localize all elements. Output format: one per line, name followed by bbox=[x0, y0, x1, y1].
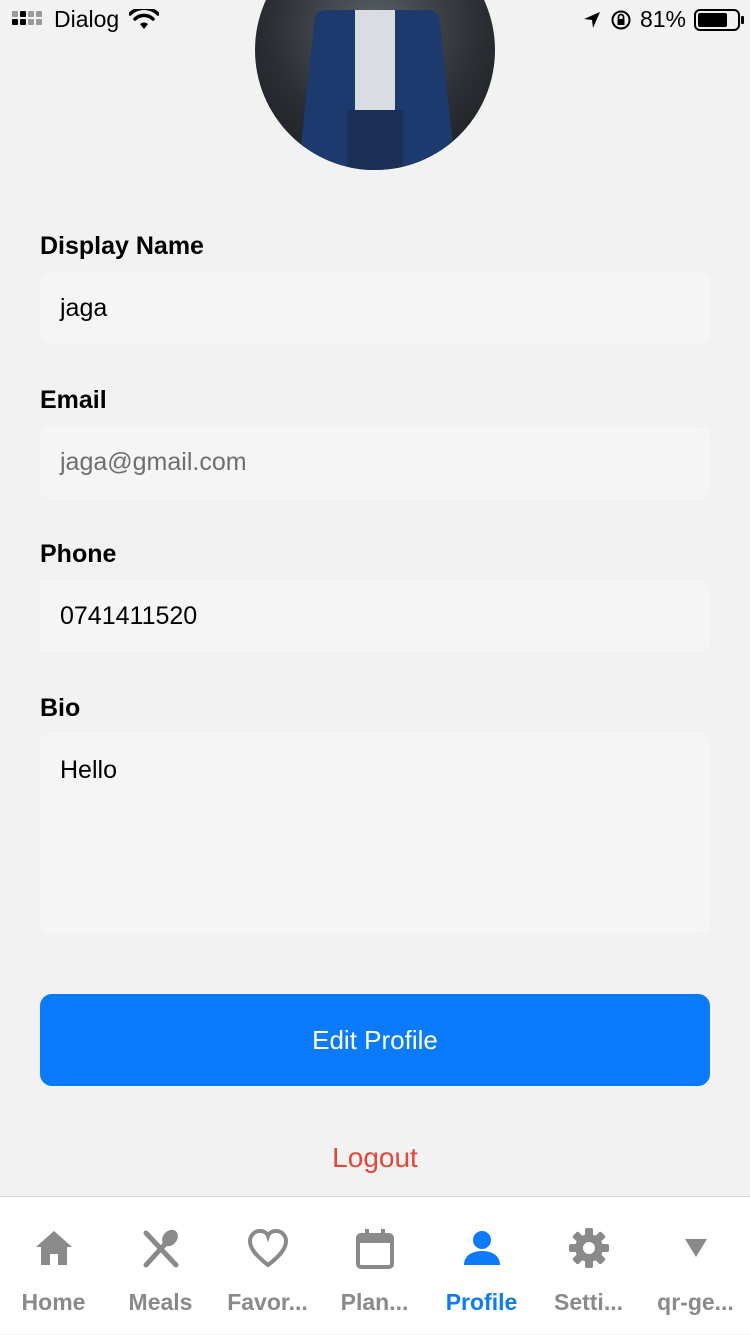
bio-textarea[interactable]: Hello bbox=[40, 734, 710, 934]
email-label: Email bbox=[40, 386, 107, 414]
tab-meals[interactable]: Meals bbox=[107, 1197, 214, 1335]
tab-favorites[interactable]: Favor... bbox=[214, 1197, 321, 1335]
tab-label: Profile bbox=[445, 1289, 518, 1315]
tab-planner[interactable]: Plan... bbox=[321, 1197, 428, 1335]
avatar[interactable] bbox=[255, 0, 495, 170]
tab-home[interactable]: Home bbox=[0, 1197, 107, 1335]
tab-label: Meals bbox=[128, 1289, 193, 1315]
utensils-icon bbox=[143, 1229, 179, 1268]
tab-label: Setti... bbox=[553, 1289, 623, 1315]
gear-icon bbox=[569, 1228, 609, 1268]
bio-label: Bio bbox=[40, 694, 81, 722]
phone-label: Phone bbox=[40, 540, 117, 568]
triangle-down-icon bbox=[685, 1239, 707, 1257]
logout-button[interactable]: Logout bbox=[0, 1142, 750, 1174]
home-icon bbox=[36, 1231, 72, 1265]
battery-percent: 81% bbox=[639, 6, 686, 32]
tab-label: Plan... bbox=[340, 1289, 409, 1315]
tab-profile[interactable]: Profile bbox=[428, 1197, 535, 1335]
display-name-label: Display Name bbox=[40, 232, 204, 260]
rotation-lock-icon bbox=[611, 10, 631, 29]
edit-profile-button[interactable]: Edit Profile bbox=[40, 994, 710, 1086]
email-field[interactable]: jaga@gmail.com bbox=[40, 426, 710, 498]
battery-icon bbox=[694, 8, 744, 31]
status-right: 81% bbox=[582, 6, 744, 33]
tab-bar: Home Meals Favor... Plan... Profile Sett… bbox=[0, 1196, 750, 1334]
calendar-icon bbox=[356, 1229, 394, 1269]
location-arrow-icon bbox=[583, 11, 600, 28]
heart-icon bbox=[247, 1228, 289, 1268]
person-icon bbox=[464, 1231, 500, 1265]
tab-qr-generator[interactable]: qr-ge... bbox=[642, 1197, 749, 1335]
display-name-input[interactable]: jaga bbox=[40, 272, 710, 344]
tab-label: Home bbox=[21, 1289, 86, 1315]
phone-field[interactable]: 0741411520 bbox=[40, 580, 710, 652]
tab-label: Favor... bbox=[227, 1289, 308, 1315]
tab-settings[interactable]: Setti... bbox=[535, 1197, 642, 1335]
tab-label: qr-ge... bbox=[657, 1289, 734, 1315]
